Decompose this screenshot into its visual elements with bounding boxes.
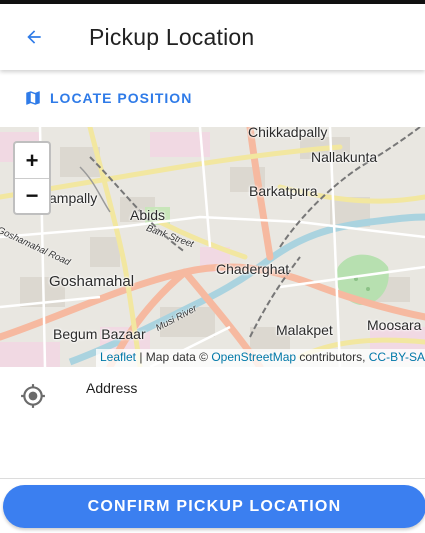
my-location-button[interactable] [20,383,46,409]
map-label-goshamahal: Goshamahal [49,273,135,290]
attribution-text-1: | Map data © [136,350,212,364]
map-attribution: Leaflet | Map data © OpenStreetMap contr… [95,349,425,367]
confirm-pickup-button[interactable]: CONFIRM PICKUP LOCATION [3,485,425,528]
back-button[interactable] [14,17,54,57]
divider [0,478,425,479]
map-label-chaderghat: Chaderghat [216,261,290,277]
leaflet-link[interactable]: Leaflet [100,350,136,364]
map-label-moosara: Moosara [367,317,422,333]
map-view[interactable]: Chikkadpally Nallakunta ampally Barkatpu… [0,127,425,367]
confirm-pickup-label: CONFIRM PICKUP LOCATION [87,497,342,515]
map-label-barkatpura: Barkatpura [249,183,318,199]
my-location-icon [21,384,45,408]
map-label-begum-bazaar: Begum Bazaar [53,326,146,342]
map-icon [26,91,40,105]
attribution-text-2: contributors, [296,350,369,364]
page-title: Pickup Location [89,23,255,50]
license-link[interactable]: CC-BY-SA [369,350,425,364]
zoom-in-button[interactable]: + [15,143,49,178]
arrow-left-icon [27,30,41,44]
map-label-chikkadpally: Chikkadpally [248,127,328,140]
map-label-nallakunta: Nallakunta [311,149,378,165]
map-label-malakpet: Malakpet [276,322,333,338]
map-label-nampally: ampally [49,190,98,206]
address-section: Address [0,367,425,477]
address-label: Address [86,380,138,396]
app-bar: Pickup Location [0,4,425,70]
locate-position-button[interactable]: LOCATE POSITION [24,86,192,110]
map-label-abids: Abids [130,207,166,223]
openstreetmap-link[interactable]: OpenStreetMap [211,350,296,364]
locate-position-label: LOCATE POSITION [50,90,193,106]
zoom-control: + − [13,141,51,215]
zoom-out-button[interactable]: − [15,178,49,213]
